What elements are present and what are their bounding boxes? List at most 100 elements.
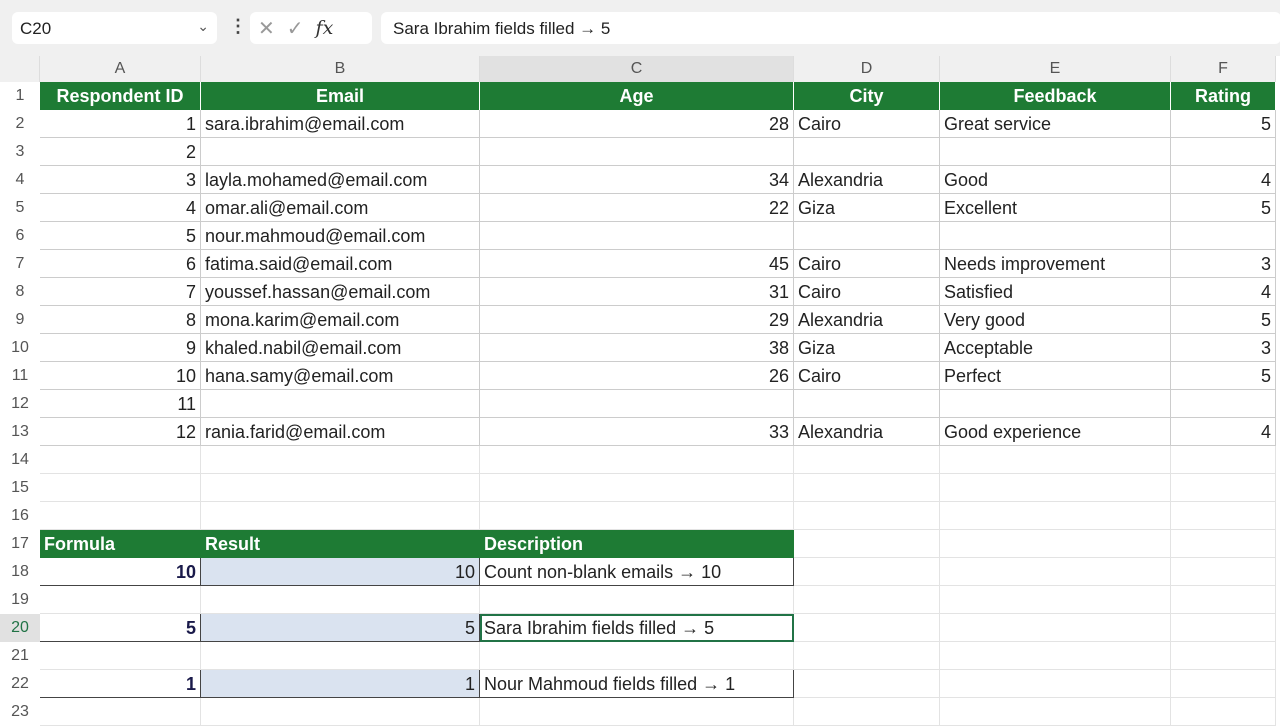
table-cell[interactable]: 3 — [1171, 334, 1276, 362]
name-box[interactable]: C20 ⌄ — [12, 12, 217, 44]
row-header-6[interactable]: 6 — [0, 222, 40, 250]
table-cell[interactable]: Giza — [794, 334, 940, 362]
table-cell[interactable] — [480, 390, 794, 418]
table-cell[interactable]: 29 — [480, 306, 794, 334]
grid-cell[interactable] — [1171, 698, 1276, 726]
row-header-13[interactable]: 13 — [0, 418, 40, 446]
table-cell[interactable]: Satisfied — [940, 278, 1171, 306]
grid-cell[interactable] — [480, 698, 794, 726]
grid-cell[interactable] — [794, 614, 940, 642]
grid-cell[interactable] — [940, 586, 1171, 614]
table-cell[interactable]: sara.ibrahim@email.com — [201, 110, 480, 138]
cancel-icon[interactable]: ✕ — [258, 16, 275, 41]
summary-header-cell[interactable]: Formula — [40, 530, 201, 558]
grid-cell[interactable] — [940, 670, 1171, 698]
grid-cell[interactable] — [201, 502, 480, 530]
grid-cell[interactable] — [1171, 642, 1276, 670]
row-header-22[interactable]: 22 — [0, 670, 40, 698]
column-header-D[interactable]: D — [794, 56, 940, 82]
result-cell[interactable]: 1 — [201, 670, 480, 698]
table-cell[interactable]: 4 — [40, 194, 201, 222]
grid-cell[interactable] — [40, 586, 201, 614]
column-header-B[interactable]: B — [201, 56, 480, 82]
grid-cell[interactable] — [201, 642, 480, 670]
table-cell[interactable]: fatima.said@email.com — [201, 250, 480, 278]
table-cell[interactable] — [1171, 138, 1276, 166]
grid-cell[interactable] — [40, 642, 201, 670]
table-cell[interactable] — [1171, 222, 1276, 250]
grid-cell[interactable] — [794, 670, 940, 698]
chevron-down-icon[interactable]: ⌄ — [197, 18, 209, 35]
row-header-17[interactable]: 17 — [0, 530, 40, 558]
grid-cell[interactable] — [940, 558, 1171, 586]
table-cell[interactable]: 34 — [480, 166, 794, 194]
grid-cell[interactable] — [201, 446, 480, 474]
formula-cell[interactable]: 1 — [40, 670, 201, 698]
grid-cell[interactable] — [940, 642, 1171, 670]
grid-cell[interactable] — [1171, 670, 1276, 698]
row-header-8[interactable]: 8 — [0, 278, 40, 306]
row-header-21[interactable]: 21 — [0, 642, 40, 670]
grid-cell[interactable] — [480, 474, 794, 502]
table-cell[interactable] — [480, 138, 794, 166]
table-cell[interactable] — [794, 222, 940, 250]
grid-cell[interactable] — [201, 586, 480, 614]
row-header-23[interactable]: 23 — [0, 698, 40, 726]
row-header-18[interactable]: 18 — [0, 558, 40, 586]
formula-input[interactable]: Sara Ibrahim fields filled → 5 — [381, 12, 1280, 44]
description-cell[interactable]: Sara Ibrahim fields filled → 5 — [480, 614, 794, 642]
table-cell[interactable]: youssef.hassan@email.com — [201, 278, 480, 306]
row-header-3[interactable]: 3 — [0, 138, 40, 166]
row-header-9[interactable]: 9 — [0, 306, 40, 334]
grid-cell[interactable] — [794, 530, 940, 558]
table-cell[interactable] — [480, 222, 794, 250]
table-cell[interactable]: 28 — [480, 110, 794, 138]
grid-cell[interactable] — [1171, 558, 1276, 586]
formula-cell[interactable]: 5 — [40, 614, 201, 642]
grid-cell[interactable] — [1171, 474, 1276, 502]
table-cell[interactable]: 12 — [40, 418, 201, 446]
table-cell[interactable]: 22 — [480, 194, 794, 222]
table-cell[interactable]: Perfect — [940, 362, 1171, 390]
row-header-11[interactable]: 11 — [0, 362, 40, 390]
table-cell[interactable]: Great service — [940, 110, 1171, 138]
header-cell[interactable]: Respondent ID — [40, 82, 201, 110]
table-cell[interactable]: 3 — [1171, 250, 1276, 278]
row-header-2[interactable]: 2 — [0, 110, 40, 138]
table-cell[interactable]: 2 — [40, 138, 201, 166]
table-cell[interactable] — [940, 390, 1171, 418]
table-cell[interactable]: 1 — [40, 110, 201, 138]
grid-cell[interactable] — [794, 446, 940, 474]
table-cell[interactable]: Cairo — [794, 110, 940, 138]
table-cell[interactable]: 5 — [1171, 362, 1276, 390]
grid-cell[interactable] — [201, 698, 480, 726]
table-cell[interactable]: layla.mohamed@email.com — [201, 166, 480, 194]
table-cell[interactable]: 4 — [1171, 166, 1276, 194]
table-cell[interactable]: 31 — [480, 278, 794, 306]
formula-cell[interactable]: 10 — [40, 558, 201, 586]
grid-cell[interactable] — [480, 446, 794, 474]
result-cell[interactable]: 5 — [201, 614, 480, 642]
grid-cell[interactable] — [794, 642, 940, 670]
table-cell[interactable]: Good experience — [940, 418, 1171, 446]
table-cell[interactable]: omar.ali@email.com — [201, 194, 480, 222]
grid-cell[interactable] — [794, 558, 940, 586]
description-cell[interactable]: Nour Mahmoud fields filled → 1 — [480, 670, 794, 698]
row-header-19[interactable]: 19 — [0, 586, 40, 614]
column-header-A[interactable]: A — [40, 56, 201, 82]
table-cell[interactable]: 5 — [1171, 110, 1276, 138]
row-header-5[interactable]: 5 — [0, 194, 40, 222]
header-cell[interactable]: Feedback — [940, 82, 1171, 110]
header-cell[interactable]: City — [794, 82, 940, 110]
insert-function-icon[interactable]: fx — [316, 17, 334, 39]
row-header-14[interactable]: 14 — [0, 446, 40, 474]
table-cell[interactable]: mona.karim@email.com — [201, 306, 480, 334]
grid-cell[interactable] — [940, 502, 1171, 530]
table-cell[interactable]: hana.samy@email.com — [201, 362, 480, 390]
table-cell[interactable]: Alexandria — [794, 306, 940, 334]
row-header-12[interactable]: 12 — [0, 390, 40, 418]
header-cell[interactable]: Age — [480, 82, 794, 110]
table-cell[interactable]: nour.mahmoud@email.com — [201, 222, 480, 250]
table-cell[interactable]: 3 — [40, 166, 201, 194]
table-cell[interactable]: 4 — [1171, 278, 1276, 306]
